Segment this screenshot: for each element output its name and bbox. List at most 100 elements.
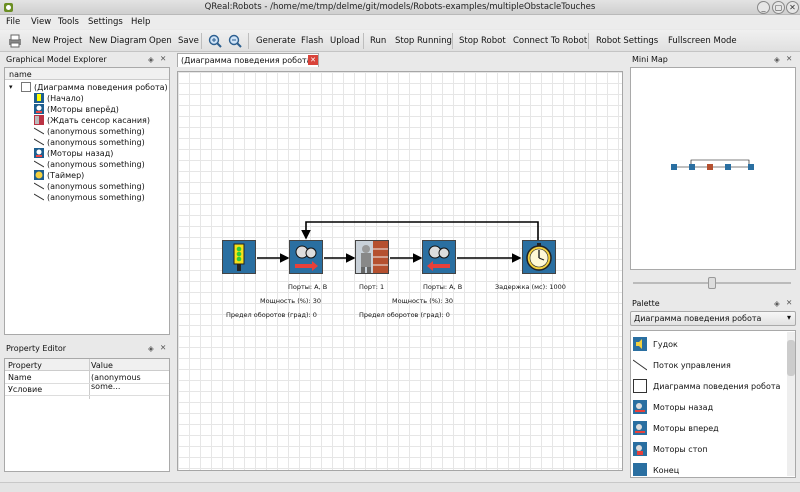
float-icon[interactable]: ◈	[774, 55, 780, 64]
float-icon[interactable]: ◈	[148, 55, 154, 64]
tab-close-icon[interactable]: ✕	[308, 55, 318, 65]
timer-icon	[34, 170, 44, 180]
palette-item-motors-forward[interactable]: Моторы вперед	[633, 421, 783, 441]
motors-icon	[295, 245, 318, 271]
node-label: Предел оборотов (град): 0	[359, 311, 450, 319]
start-node[interactable]	[222, 240, 256, 274]
motors-icon	[34, 148, 44, 158]
palette-item-beep[interactable]: Гудок	[633, 337, 783, 357]
node-label: Порт: 1	[359, 283, 385, 291]
close-icon[interactable]: ✕	[160, 343, 166, 352]
flash-button[interactable]: Flash	[301, 36, 323, 46]
node-label: Порты: A, B	[423, 283, 463, 291]
menu-settings[interactable]: Settings	[88, 17, 123, 27]
palette-item-end[interactable]: Конец	[633, 463, 783, 476]
generate-button[interactable]: Generate	[256, 36, 296, 46]
float-icon[interactable]: ◈	[774, 299, 780, 308]
property-editor: Property Value Name (anonymous some... У…	[4, 358, 170, 472]
zoom-slider-handle[interactable]	[708, 277, 716, 289]
minimap-title: Mini Map	[632, 55, 668, 64]
float-icon[interactable]: ◈	[148, 344, 154, 353]
property-name: Условие	[8, 385, 43, 394]
close-icon[interactable]: ✕	[786, 298, 792, 307]
timer-icon	[526, 243, 552, 271]
new-project-button[interactable]: New Project	[32, 36, 82, 46]
menu-bar: File View Tools Settings Help	[0, 15, 800, 29]
minimap[interactable]	[630, 67, 796, 270]
status-bar	[0, 482, 800, 492]
property-column-header: Property	[8, 361, 42, 370]
palette-title: Palette	[632, 299, 660, 308]
connect-to-robot-button[interactable]: Connect To Robot	[513, 36, 587, 46]
property-name: Name	[8, 373, 32, 382]
motors-stop-icon	[633, 442, 647, 456]
flow-line-icon	[34, 182, 44, 190]
flow-line-icon	[34, 127, 44, 135]
window-title: QReal:Robots - /home/me/tmp/delme/git/mo…	[204, 2, 596, 12]
property-value-field[interactable]: (anonymous some...	[91, 373, 169, 391]
title-bar: QReal:Robots - /home/me/tmp/delme/git/mo…	[0, 0, 800, 15]
menu-tools[interactable]: Tools	[58, 17, 79, 27]
flow-line-icon	[34, 138, 44, 146]
value-column-header: Value	[91, 361, 113, 370]
palette-item-control-flow[interactable]: Поток управления	[633, 358, 783, 378]
diagram-icon	[633, 379, 647, 393]
motors-forward-node[interactable]	[289, 240, 323, 274]
menu-help[interactable]: Help	[131, 17, 150, 27]
toolbar: New Project New Diagram Open Save Genera…	[0, 30, 800, 52]
node-label: Предел оборотов (град): 0	[226, 311, 317, 319]
end-icon	[633, 463, 647, 476]
flow-line-icon	[34, 160, 44, 168]
upload-button[interactable]: Upload	[330, 36, 360, 46]
menu-file[interactable]: File	[6, 17, 20, 27]
palette-scrollbar[interactable]	[787, 332, 795, 476]
palette-item-diagram[interactable]: Диаграмма поведения робота	[633, 379, 783, 399]
palette-item-motors-backward[interactable]: Моторы назад	[633, 400, 783, 420]
new-diagram-button[interactable]: New Diagram	[89, 36, 147, 46]
explorer-title: Graphical Model Explorer	[6, 55, 107, 64]
save-button[interactable]: Save	[178, 36, 199, 46]
diagram-canvas[interactable]: Порты: A, B Мощность (%): 30 Предел обор…	[177, 71, 623, 471]
traffic-light-icon	[233, 243, 245, 271]
beep-icon	[633, 337, 647, 351]
collapse-arrow-icon[interactable]: ▾	[9, 83, 13, 91]
printer-icon[interactable]	[8, 34, 22, 48]
open-button[interactable]: Open	[149, 36, 172, 46]
minimize-button[interactable]: _	[757, 1, 770, 14]
motors-icon	[34, 104, 44, 114]
chevron-down-icon: ▾	[786, 313, 791, 322]
palette-item-motors-stop[interactable]: Моторы стоп	[633, 442, 783, 462]
motors-icon	[427, 245, 450, 271]
maximize-button[interactable]: ▢	[772, 1, 785, 14]
zoom-in-icon[interactable]	[208, 34, 222, 48]
close-icon[interactable]: ✕	[160, 54, 166, 63]
motors-backward-node[interactable]	[422, 240, 456, 274]
flow-line-icon	[633, 359, 647, 371]
timer-node[interactable]	[522, 240, 556, 274]
motors-icon	[633, 421, 647, 435]
stop-running-button[interactable]: Stop Running	[395, 36, 452, 46]
property-editor-title: Property Editor	[6, 344, 67, 353]
tab-diagram[interactable]: (Диаграмма поведения робота) ✕	[177, 53, 319, 67]
run-button[interactable]: Run	[370, 36, 386, 46]
explorer-column-header: name	[9, 70, 32, 79]
close-window-button[interactable]: ✕	[786, 1, 799, 14]
sensor-icon	[361, 241, 388, 273]
menu-view[interactable]: View	[31, 17, 51, 27]
close-icon[interactable]: ✕	[786, 54, 792, 63]
fullscreen-mode-button[interactable]: Fullscreen Mode	[668, 36, 737, 46]
traffic-light-icon	[34, 93, 44, 103]
flow-line-icon	[34, 193, 44, 201]
node-label: Задержка (мс): 1000	[495, 283, 566, 291]
motors-icon	[633, 400, 647, 414]
robot-settings-button[interactable]: Robot Settings	[596, 36, 658, 46]
touch-sensor-node[interactable]	[355, 240, 389, 274]
sensor-icon	[34, 115, 44, 125]
minimap-preview	[671, 159, 754, 170]
palette-diagram-select[interactable]: Диаграмма поведения робота ▾	[630, 311, 796, 326]
node-label: Мощность (%): 30	[260, 297, 321, 305]
app-icon	[4, 3, 13, 12]
node-label: Мощность (%): 30	[392, 297, 453, 305]
zoom-out-icon[interactable]	[228, 34, 242, 48]
stop-robot-button[interactable]: Stop Robot	[459, 36, 506, 46]
